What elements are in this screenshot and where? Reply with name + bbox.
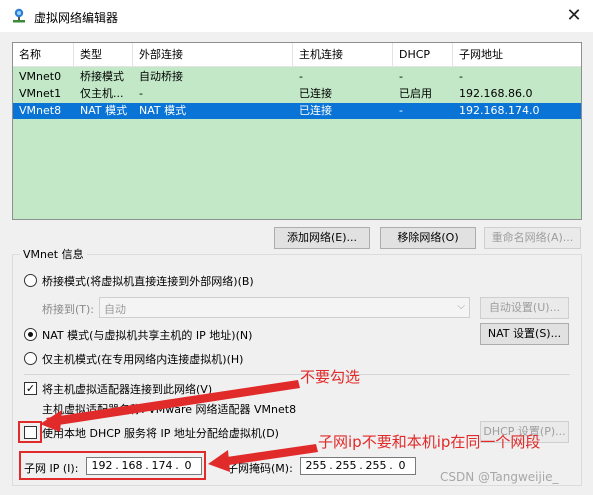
arrow-icon <box>46 380 300 426</box>
arrow-icon <box>208 450 230 472</box>
annotation-dont-check: 不要勾选 <box>300 368 361 386</box>
arrow-icon <box>220 444 318 466</box>
arrow-icon <box>40 410 62 432</box>
annotation-arrows <box>40 380 318 472</box>
watermark: CSDN @Tangweijie_ <box>440 470 559 484</box>
annotation-subnet-note: 子网ip不要和本机ip在同一个网段 <box>318 433 541 451</box>
